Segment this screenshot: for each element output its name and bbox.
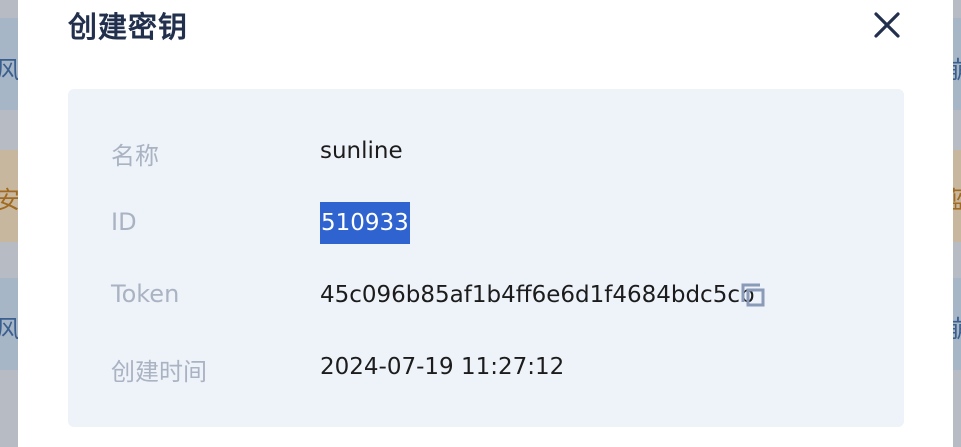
id-value[interactable]: 510933	[320, 202, 410, 244]
background-text: 安	[0, 186, 20, 214]
token-value[interactable]: 45c096b85af1b4ff6e6d1f4684bdc5cb	[320, 282, 755, 308]
name-value: sunline	[320, 138, 403, 164]
copy-icon[interactable]	[740, 282, 766, 308]
create-key-dialog: 创建密钥 名称 sunline ID 510933 Token 45c096b8…	[18, 0, 953, 447]
created-time-label: 创建时间	[111, 358, 207, 386]
name-label: 名称	[111, 142, 159, 170]
created-time-value: 2024-07-19 11:27:12	[320, 354, 565, 380]
background-text: 风	[0, 315, 20, 343]
dialog-title: 创建密钥	[68, 10, 189, 44]
background-text: 风	[0, 56, 20, 84]
key-details-panel: 名称 sunline ID 510933 Token 45c096b85af1b…	[68, 89, 904, 427]
id-label: ID	[111, 208, 137, 236]
token-label: Token	[111, 280, 180, 308]
id-value-selected[interactable]: 510933	[320, 202, 410, 244]
close-icon[interactable]	[872, 10, 902, 40]
